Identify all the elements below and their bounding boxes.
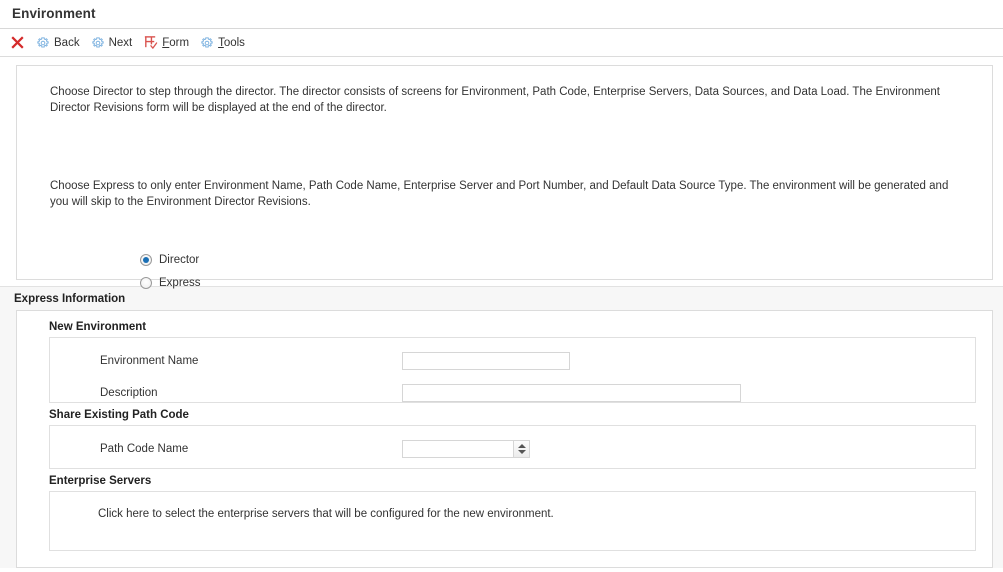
- form-button[interactable]: Form: [139, 32, 193, 54]
- page-title: Environment: [12, 6, 96, 21]
- environment-name-input[interactable]: [402, 352, 570, 370]
- description-input[interactable]: [402, 384, 741, 402]
- enterprise-servers-hint[interactable]: Click here to select the enterprise serv…: [50, 504, 975, 524]
- form-label: Form: [162, 37, 189, 49]
- enterprise-servers-box[interactable]: Click here to select the enterprise serv…: [49, 491, 976, 551]
- spinner-down-icon[interactable]: [517, 450, 526, 454]
- express-information-band: Express Information New Environment Envi…: [0, 286, 1003, 568]
- radio-director-indicator[interactable]: [140, 253, 152, 266]
- express-information-panel: New Environment Environment Name Descrip…: [16, 310, 993, 568]
- next-button[interactable]: Next: [87, 32, 137, 54]
- tools-label-rest: ools: [223, 36, 245, 49]
- path-code-name-label: Path Code Name: [100, 443, 189, 455]
- back-button[interactable]: Back: [32, 32, 84, 54]
- enterprise-servers-group: Enterprise Servers Click here to select …: [17, 475, 992, 551]
- director-intro-panel: Choose Director to step through the dire…: [16, 65, 993, 289]
- express-information-title: Express Information: [14, 293, 126, 305]
- back-label: Back: [54, 36, 80, 49]
- radio-option-director[interactable]: Director: [140, 251, 962, 268]
- page-title-bar: Environment: [0, 0, 1003, 29]
- close-button[interactable]: [6, 32, 29, 54]
- gear-icon: [36, 36, 50, 50]
- description-row: Description: [50, 382, 975, 404]
- path-code-name-row: Path Code Name: [50, 438, 975, 460]
- path-code-spinner-buttons[interactable]: [513, 440, 530, 458]
- share-existing-path-code-group: Share Existing Path Code Path Code Name: [17, 409, 992, 469]
- gear-icon: [91, 36, 105, 50]
- gear-icon: [200, 36, 214, 50]
- radio-express-indicator[interactable]: [140, 276, 152, 289]
- environment-name-label: Environment Name: [100, 355, 199, 367]
- share-existing-path-code-title: Share Existing Path Code: [49, 409, 189, 421]
- new-environment-group: New Environment Environment Name Descrip…: [17, 321, 992, 403]
- new-environment-title: New Environment: [49, 321, 147, 333]
- toolbar: Back Next Form Tools: [0, 29, 1003, 57]
- spinner-up-icon[interactable]: [517, 444, 526, 448]
- description-label: Description: [100, 387, 158, 399]
- form-icon: [143, 35, 158, 50]
- tools-label: Tools: [218, 37, 245, 49]
- enterprise-servers-title: Enterprise Servers: [49, 475, 152, 487]
- share-existing-path-code-box: Path Code Name: [49, 425, 976, 469]
- path-code-name-input[interactable]: [402, 440, 513, 458]
- mode-radio-group: Director Express: [50, 251, 962, 291]
- intro-paragraph-1: Choose Director to step through the dire…: [50, 86, 940, 114]
- tools-button[interactable]: Tools: [196, 32, 249, 54]
- content-area: Choose Director to step through the dire…: [0, 65, 1003, 568]
- radio-express-label: Express: [159, 276, 201, 289]
- next-label: Next: [108, 36, 133, 49]
- form-label-rest: orm: [169, 36, 190, 49]
- close-icon: [10, 35, 25, 50]
- intro-paragraph-2: Choose Express to only enter Environment…: [50, 180, 949, 208]
- new-environment-box: Environment Name Description: [49, 337, 976, 403]
- radio-director-label: Director: [159, 253, 200, 266]
- path-code-name-stepper: [402, 440, 530, 458]
- environment-name-row: Environment Name: [50, 350, 975, 372]
